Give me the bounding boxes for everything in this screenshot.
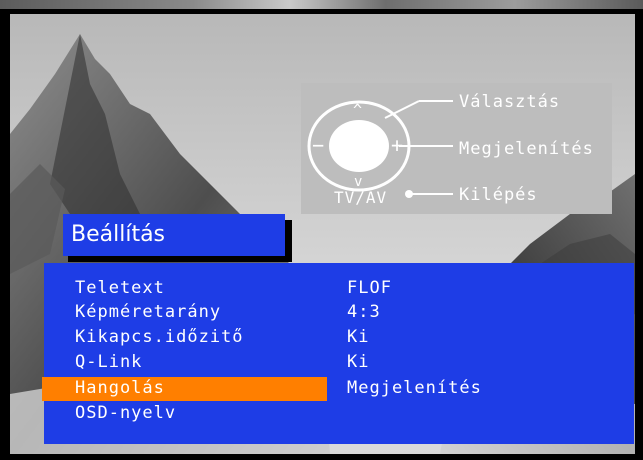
legend-exit-label: Kilépés xyxy=(459,185,538,205)
menu-item-off-timer[interactable]: Kikapcs.időzitő Ki xyxy=(44,326,634,348)
remote-legend: ^ v − + TV/AV Választás Megjelenítés Kil… xyxy=(301,83,612,214)
menu-item-value: Ki xyxy=(347,352,370,372)
menu-item-tuning[interactable]: Hangolás Megjelenítés xyxy=(42,377,634,401)
menu-item-label: Képméretarány xyxy=(75,302,222,322)
menu-item-aspect-ratio[interactable]: Képméretarány 4:3 xyxy=(44,301,634,323)
menu-item-label-cell: Teletext xyxy=(44,277,329,301)
settings-menu: Teletext FLOF Képméretarány 4:3 Kikapcs.… xyxy=(42,263,634,444)
menu-item-label-cell: Képméretarány xyxy=(44,301,329,325)
tvav-label: TV/AV xyxy=(334,188,388,207)
dpad-up-icon: ^ xyxy=(353,101,363,119)
menu-item-value: FLOF xyxy=(347,278,392,298)
menu-item-label: OSD-nyelv xyxy=(75,403,177,423)
menu-item-label-cell: Q-Link xyxy=(44,351,329,375)
menu-item-label-cell: Kikapcs.időzitő xyxy=(44,326,329,350)
background-strip xyxy=(0,0,643,9)
menu-item-osd-language[interactable]: OSD-nyelv xyxy=(44,402,634,424)
menu-item-label: Teletext xyxy=(75,278,165,298)
menu-item-label-cell: OSD-nyelv xyxy=(44,402,329,426)
dpad-minus-icon: − xyxy=(312,133,325,157)
menu-item-teletext[interactable]: Teletext FLOF xyxy=(44,277,634,299)
menu-item-value: Megjelenítés xyxy=(347,378,482,398)
legend-show-label: Megjelenítés xyxy=(459,139,594,159)
menu-title: Beállítás xyxy=(63,214,285,256)
menu-item-q-link[interactable]: Q-Link Ki xyxy=(44,351,634,373)
menu-item-value: 4:3 xyxy=(347,302,381,322)
legend-select-label: Választás xyxy=(459,92,561,112)
dpad-plus-icon: + xyxy=(391,133,404,157)
menu-item-label: Kikapcs.időzitő xyxy=(75,327,244,347)
menu-item-value: Ki xyxy=(347,327,370,347)
menu-item-label: Hangolás xyxy=(75,378,165,398)
menu-item-label: Q-Link xyxy=(75,352,143,372)
menu-item-label-cell: Hangolás xyxy=(42,377,327,401)
